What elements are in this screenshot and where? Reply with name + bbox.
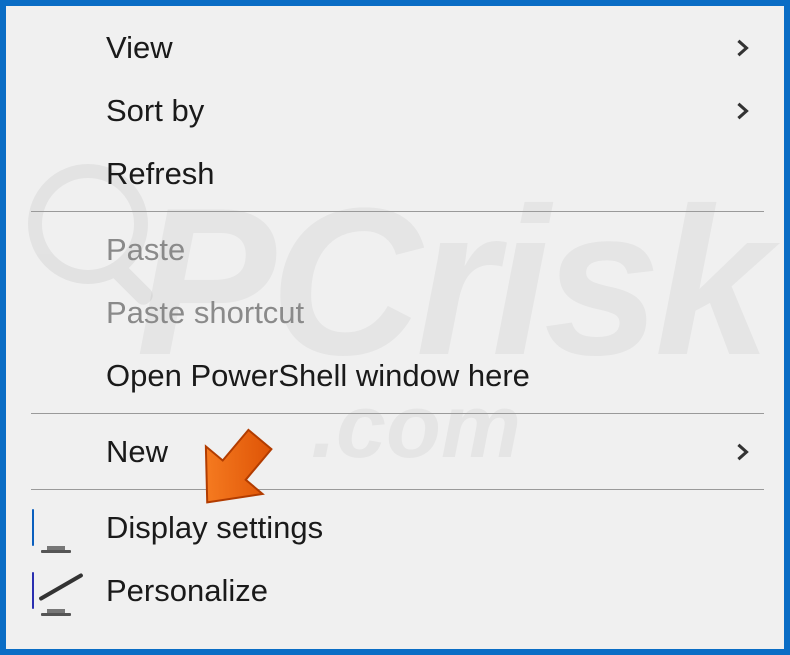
menu-item-sort-by[interactable]: Sort by (6, 79, 784, 142)
menu-item-refresh[interactable]: Refresh (6, 142, 784, 205)
submenu-indicator (722, 443, 762, 461)
menu-item-label: Personalize (106, 573, 722, 609)
menu-item-open-powershell[interactable]: Open PowerShell window here (6, 344, 784, 407)
menu-item-paste: Paste (6, 218, 784, 281)
monitor-icon (32, 510, 80, 546)
menu-item-label: New (106, 434, 722, 470)
menu-item-label: Paste shortcut (106, 295, 722, 331)
menu-separator (31, 211, 764, 212)
menu-separator (31, 413, 764, 414)
menu-item-label: Refresh (106, 156, 722, 192)
menu-item-icon (6, 510, 106, 546)
menu-item-view[interactable]: View (6, 16, 784, 79)
menu-item-label: Display settings (106, 510, 722, 546)
menu-item-label: View (106, 30, 722, 66)
menu-item-label: Open PowerShell window here (106, 358, 722, 394)
context-menu: View Sort by Refresh Paste Paste short (6, 6, 784, 632)
chevron-right-icon (733, 102, 751, 120)
menu-item-new[interactable]: New (6, 420, 784, 483)
menu-item-label: Paste (106, 232, 722, 268)
menu-item-paste-shortcut: Paste shortcut (6, 281, 784, 344)
chevron-right-icon (733, 443, 751, 461)
menu-separator (31, 489, 764, 490)
menu-item-icon (6, 573, 106, 609)
menu-item-personalize[interactable]: Personalize (6, 559, 784, 622)
context-menu-window: PCrisk .com View Sort by Refresh Paste (0, 0, 790, 655)
menu-item-label: Sort by (106, 93, 722, 129)
menu-item-display-settings[interactable]: Display settings (6, 496, 784, 559)
submenu-indicator (722, 39, 762, 57)
personalize-icon (32, 573, 80, 609)
submenu-indicator (722, 102, 762, 120)
chevron-right-icon (733, 39, 751, 57)
